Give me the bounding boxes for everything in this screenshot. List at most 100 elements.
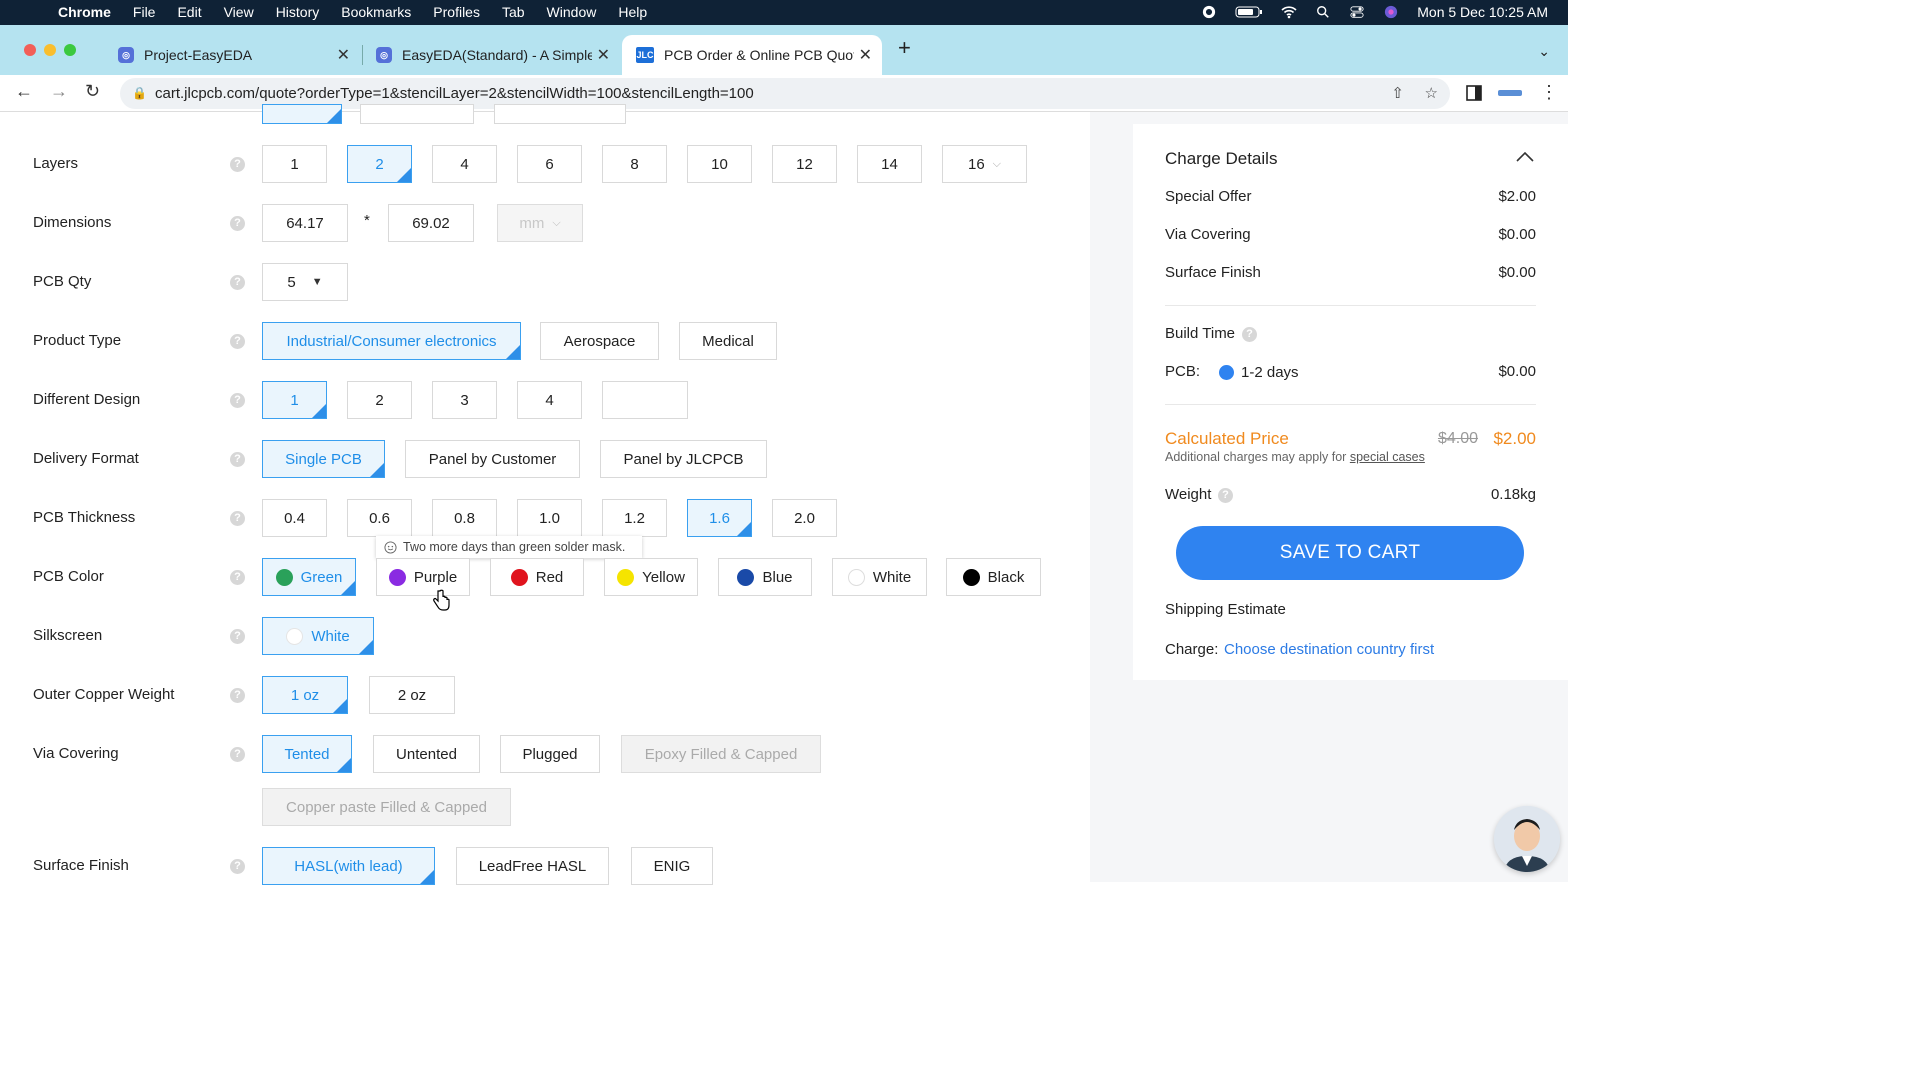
extension-icon[interactable] bbox=[1498, 88, 1522, 98]
help-icon[interactable]: ? bbox=[230, 629, 245, 644]
design-custom-input[interactable] bbox=[602, 381, 688, 419]
design-option-4[interactable]: 4 bbox=[517, 381, 582, 419]
help-icon[interactable]: ? bbox=[230, 747, 245, 762]
menu-profiles[interactable]: Profiles bbox=[433, 4, 480, 20]
side-panel-icon[interactable] bbox=[1466, 85, 1482, 101]
menu-window[interactable]: Window bbox=[547, 4, 597, 20]
layers-option-6[interactable]: 6 bbox=[517, 145, 582, 183]
help-icon[interactable]: ? bbox=[230, 216, 245, 231]
close-icon[interactable]: ✕ bbox=[337, 45, 350, 65]
save-to-cart-button[interactable]: SAVE TO CART bbox=[1176, 526, 1524, 580]
menu-view[interactable]: View bbox=[224, 4, 254, 20]
color-green[interactable]: Green bbox=[262, 558, 356, 596]
thickness-0-6[interactable]: 0.6 bbox=[347, 499, 412, 537]
copper-1oz[interactable]: 1 oz bbox=[262, 676, 348, 714]
menu-edit[interactable]: Edit bbox=[177, 4, 201, 20]
bookmark-star-icon[interactable]: ☆ bbox=[1425, 84, 1438, 102]
support-chat-avatar[interactable] bbox=[1494, 806, 1560, 872]
silkscreen-white[interactable]: White bbox=[262, 617, 374, 655]
via-untented[interactable]: Untented bbox=[373, 735, 480, 773]
close-window-icon[interactable] bbox=[24, 44, 36, 56]
tab-pcb-order[interactable]: JLC PCB Order & Online PCB Quote ✕ bbox=[622, 35, 882, 75]
help-icon[interactable]: ? bbox=[230, 511, 245, 526]
help-icon[interactable]: ? bbox=[230, 570, 245, 585]
search-icon[interactable] bbox=[1315, 5, 1331, 19]
chevron-down-icon[interactable]: ⌄ bbox=[1538, 43, 1550, 60]
height-input[interactable]: 69.02 bbox=[388, 204, 474, 242]
forward-icon[interactable]: → bbox=[50, 81, 68, 102]
thickness-1-0[interactable]: 1.0 bbox=[517, 499, 582, 537]
menu-tab[interactable]: Tab bbox=[502, 4, 525, 20]
thickness-0-8[interactable]: 0.8 bbox=[432, 499, 497, 537]
option-cut-off[interactable] bbox=[262, 104, 342, 124]
close-icon[interactable]: ✕ bbox=[597, 45, 610, 65]
siri-icon[interactable] bbox=[1383, 5, 1399, 19]
delivery-panel-by-jlcpcb[interactable]: Panel by JLCPCB bbox=[600, 440, 767, 478]
product-type-aerospace[interactable]: Aerospace bbox=[540, 322, 659, 360]
via-epoxy-filled[interactable]: Epoxy Filled & Capped bbox=[621, 735, 821, 773]
new-tab-icon[interactable]: + bbox=[898, 35, 911, 61]
help-icon[interactable]: ? bbox=[230, 859, 245, 874]
layers-option-10[interactable]: 10 bbox=[687, 145, 752, 183]
help-icon[interactable]: ? bbox=[1242, 327, 1257, 342]
build-time-radio[interactable] bbox=[1219, 365, 1234, 380]
copper-2oz[interactable]: 2 oz bbox=[369, 676, 455, 714]
share-icon[interactable]: ⇧ bbox=[1391, 84, 1404, 102]
special-cases-link[interactable]: special cases bbox=[1350, 450, 1425, 464]
option-cut-off[interactable] bbox=[494, 104, 626, 124]
battery-icon[interactable] bbox=[1235, 5, 1263, 19]
via-tented[interactable]: Tented bbox=[262, 735, 352, 773]
surface-leadfree-hasl[interactable]: LeadFree HASL bbox=[456, 847, 609, 885]
help-icon[interactable]: ? bbox=[230, 157, 245, 172]
menu-history[interactable]: History bbox=[276, 4, 320, 20]
help-icon[interactable]: ? bbox=[230, 452, 245, 467]
width-input[interactable]: 64.17 bbox=[262, 204, 348, 242]
color-purple[interactable]: Purple bbox=[376, 558, 470, 596]
menu-file[interactable]: File bbox=[133, 4, 156, 20]
layers-option-1[interactable]: 1 bbox=[262, 145, 327, 183]
layers-option-14[interactable]: 14 bbox=[857, 145, 922, 183]
color-yellow[interactable]: Yellow bbox=[604, 558, 698, 596]
option-cut-off[interactable] bbox=[360, 104, 474, 124]
design-option-3[interactable]: 3 bbox=[432, 381, 497, 419]
via-plugged[interactable]: Plugged bbox=[500, 735, 600, 773]
layers-option-2[interactable]: 2 bbox=[347, 145, 412, 183]
color-white[interactable]: White bbox=[832, 558, 927, 596]
wifi-icon[interactable] bbox=[1281, 5, 1297, 19]
surface-enig[interactable]: ENIG bbox=[631, 847, 713, 885]
lock-icon[interactable]: 🔒 bbox=[132, 86, 147, 100]
layers-option-4[interactable]: 4 bbox=[432, 145, 497, 183]
tab-easyeda-standard[interactable]: ◎ EasyEDA(Standard) - A Simple ✕ bbox=[356, 35, 620, 75]
tab-project-easyeda[interactable]: ◎ Project-EasyEDA ✕ bbox=[98, 35, 360, 75]
thickness-1-2[interactable]: 1.2 bbox=[602, 499, 667, 537]
design-option-1[interactable]: 1 bbox=[262, 381, 327, 419]
minimize-window-icon[interactable] bbox=[44, 44, 56, 56]
layers-option-12[interactable]: 12 bbox=[772, 145, 837, 183]
unit-select[interactable]: mm ⌵ bbox=[497, 204, 583, 242]
menu-bookmarks[interactable]: Bookmarks bbox=[341, 4, 411, 20]
choose-country-link[interactable]: Choose destination country first bbox=[1224, 641, 1434, 658]
help-icon[interactable]: ? bbox=[1218, 488, 1233, 503]
help-icon[interactable]: ? bbox=[230, 275, 245, 290]
menu-help[interactable]: Help bbox=[618, 4, 647, 20]
url-text[interactable]: cart.jlcpcb.com/quote?orderType=1&stenci… bbox=[155, 85, 754, 102]
surface-hasl-lead[interactable]: HASL(with lead) bbox=[262, 847, 435, 885]
clock[interactable]: Mon 5 Dec 10:25 AM bbox=[1417, 4, 1548, 20]
color-blue[interactable]: Blue bbox=[718, 558, 812, 596]
close-icon[interactable]: ✕ bbox=[859, 45, 872, 65]
control-center-icon[interactable] bbox=[1349, 5, 1365, 19]
thickness-0-4[interactable]: 0.4 bbox=[262, 499, 327, 537]
color-black[interactable]: Black bbox=[946, 558, 1041, 596]
thickness-2-0[interactable]: 2.0 bbox=[772, 499, 837, 537]
qty-select[interactable]: 5 ▼ bbox=[262, 263, 348, 301]
layers-option-8[interactable]: 8 bbox=[602, 145, 667, 183]
record-icon[interactable] bbox=[1201, 5, 1217, 19]
color-red[interactable]: Red bbox=[490, 558, 584, 596]
delivery-panel-by-customer[interactable]: Panel by Customer bbox=[405, 440, 580, 478]
reload-icon[interactable]: ↻ bbox=[85, 81, 100, 102]
design-option-2[interactable]: 2 bbox=[347, 381, 412, 419]
more-menu-icon[interactable]: ⋮ bbox=[1540, 82, 1558, 103]
product-type-medical[interactable]: Medical bbox=[679, 322, 777, 360]
zoom-window-icon[interactable] bbox=[64, 44, 76, 56]
layers-option-16-dropdown[interactable]: 16 ⌵ bbox=[942, 145, 1027, 183]
